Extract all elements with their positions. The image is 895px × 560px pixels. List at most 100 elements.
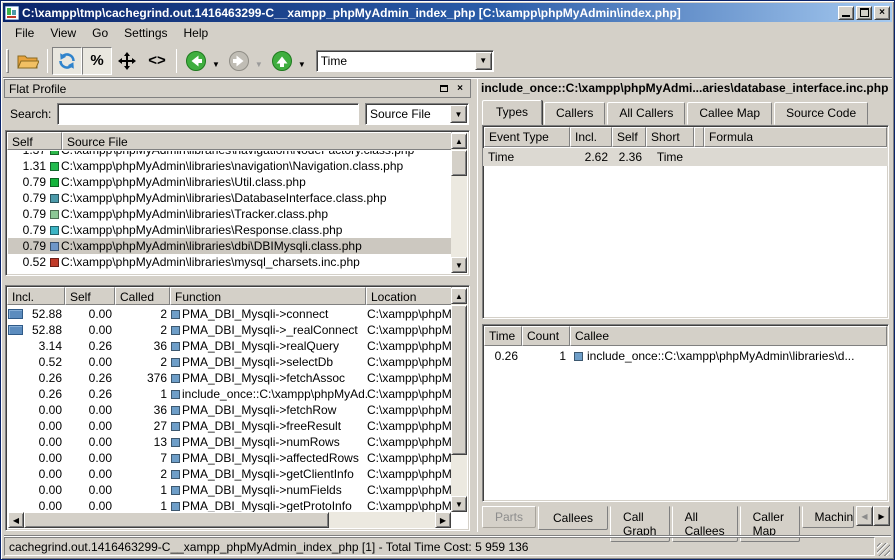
table-row[interactable]: 0.000.002PMA_DBI_Mysqli->getClientInfoC:… (8, 466, 451, 482)
menu-help[interactable]: Help (176, 23, 217, 43)
maximize-button[interactable] (856, 6, 872, 20)
open-file-button[interactable] (13, 47, 43, 75)
table-row[interactable]: 0.79C:\xampp\phpMyAdmin\libraries\dbi\DB… (8, 238, 451, 254)
column-header-event-type[interactable]: Event Type (484, 127, 570, 147)
tab-scroll-left-icon[interactable]: ◀ (856, 506, 873, 526)
forward-button[interactable] (224, 47, 254, 75)
cell-called: 36 (116, 403, 171, 417)
column-header-incl-[interactable]: Incl. (570, 127, 612, 147)
menu-file[interactable]: File (7, 23, 42, 43)
up-button[interactable] (267, 47, 297, 75)
reload-button[interactable] (52, 47, 82, 75)
scroll-left-icon[interactable]: ◀ (8, 512, 24, 528)
table-row[interactable]: 0.000.001PMA_DBI_Mysqli->getProtoInfoC:\… (8, 498, 451, 512)
cell-incl: 52.88 (8, 323, 66, 337)
toolbar-grip[interactable] (6, 49, 9, 73)
column-header-source-file[interactable]: Source File (62, 132, 452, 150)
table-row[interactable]: 0.000.0027PMA_DBI_Mysqli->freeResultC:\x… (8, 418, 451, 434)
column-header-function[interactable]: Function (170, 287, 366, 305)
search-input[interactable] (57, 103, 359, 125)
column-header-short[interactable]: Short (646, 127, 694, 147)
tab-callee-map[interactable]: Callee Map (687, 102, 772, 125)
table-row[interactable]: 1.31C:\xampp\phpMyAdmin\libraries\naviga… (8, 158, 451, 174)
table-row[interactable]: 52.880.002PMA_DBI_Mysqli->connectC:\xamp… (8, 306, 451, 322)
table-row[interactable]: 0.520.002PMA_DBI_Mysqli->selectDbC:\xamp… (8, 354, 451, 370)
tab-types[interactable]: Types (482, 100, 542, 125)
combobox-arrow-icon[interactable]: ▼ (450, 105, 467, 123)
column-header-self[interactable]: Self (612, 127, 646, 147)
dock-header[interactable]: Flat Profile × (4, 79, 471, 98)
event-type-combobox[interactable]: Time ▼ (316, 50, 494, 72)
tab-scroll-right-icon[interactable]: ▶ (873, 506, 890, 526)
column-header-spacer[interactable] (694, 127, 704, 147)
dock-float-button[interactable] (438, 83, 450, 95)
column-header-called[interactable]: Called (115, 287, 170, 305)
tab-callees[interactable]: Callees (538, 506, 608, 530)
column-header-formula[interactable]: Formula (704, 127, 887, 147)
table-row[interactable]: Time2.622.36Time (483, 148, 888, 166)
table-row[interactable]: 0.52C:\xampp\phpMyAdmin\libraries\user_p… (8, 270, 451, 273)
column-header-location[interactable]: Location (366, 287, 452, 305)
dock-close-button[interactable]: × (454, 83, 466, 95)
table-row[interactable]: 0.000.0013PMA_DBI_Mysqli->numRowsC:\xamp… (8, 434, 451, 450)
scrollbar-thumb[interactable] (451, 305, 467, 455)
scroll-right-icon[interactable]: ▶ (435, 512, 451, 528)
scrollbar-thumb[interactable] (451, 150, 467, 176)
scroll-down-icon[interactable]: ▼ (451, 496, 467, 512)
table-row[interactable]: 0.79C:\xampp\phpMyAdmin\libraries\Databa… (8, 190, 451, 206)
table-row[interactable]: 0.000.007PMA_DBI_Mysqli->affectedRowsC:\… (8, 450, 451, 466)
close-button[interactable]: × (874, 6, 890, 20)
table-row[interactable]: 0.260.261include_once::C:\xampp\phpMyAd.… (8, 386, 451, 402)
up-dropdown-arrow[interactable]: ▼ (298, 60, 306, 69)
table-row[interactable]: 0.261include_once::C:\xampp\phpMyAdmin\l… (483, 347, 888, 365)
minimize-button[interactable] (838, 6, 854, 20)
table-row[interactable]: 1.37C:\xampp\phpMyAdmin\libraries\naviga… (8, 151, 451, 158)
table-row[interactable]: 0.79C:\xampp\phpMyAdmin\libraries\Tracke… (8, 206, 451, 222)
column-header-count[interactable]: Count (522, 326, 570, 346)
tab-machine[interactable]: Machine (802, 506, 855, 528)
back-button[interactable] (181, 47, 211, 75)
combobox-arrow-icon[interactable]: ▼ (475, 52, 492, 70)
column-header-self[interactable]: Self (7, 132, 62, 150)
tab-source-code[interactable]: Source Code (774, 102, 868, 125)
percent-relative-button[interactable]: % (82, 47, 112, 75)
menu-go[interactable]: Go (84, 23, 116, 43)
scrollbar-thumb[interactable] (24, 512, 329, 528)
column-header-callee[interactable]: Callee (570, 326, 887, 346)
table-row[interactable]: 0.79C:\xampp\phpMyAdmin\libraries\Util.c… (8, 174, 451, 190)
cycle-detection-button[interactable]: <> (142, 47, 172, 75)
expand-cost-button[interactable] (112, 47, 142, 75)
column-header-time[interactable]: Time (484, 326, 522, 346)
file-table-vscrollbar[interactable]: ▲ ▼ (451, 133, 467, 273)
toolbar-separator (176, 49, 177, 73)
back-dropdown-arrow[interactable]: ▼ (212, 60, 220, 69)
menu-settings[interactable]: Settings (116, 23, 175, 43)
forward-dropdown-arrow[interactable]: ▼ (255, 60, 263, 69)
function-table-hscrollbar[interactable]: ◀ ▶ (8, 512, 451, 528)
menu-view[interactable]: View (42, 23, 84, 43)
function-icon (171, 502, 180, 511)
scroll-up-icon[interactable]: ▲ (451, 288, 467, 304)
table-row[interactable]: 0.52C:\xampp\phpMyAdmin\libraries\mysql_… (8, 254, 451, 270)
table-row[interactable]: 0.000.0036PMA_DBI_Mysqli->fetchRowC:\xam… (8, 402, 451, 418)
tab-callers[interactable]: Callers (544, 102, 605, 125)
table-row[interactable]: 0.260.26376PMA_DBI_Mysqli->fetchAssocC:\… (8, 370, 451, 386)
cell-source-file: C:\xampp\phpMyAdmin\libraries\DatabaseIn… (50, 191, 451, 205)
cell-function: PMA_DBI_Mysqli->connect (171, 307, 367, 321)
scroll-up-icon[interactable]: ▲ (451, 133, 467, 149)
function-icon (171, 422, 180, 431)
cell-incl: 0.00 (8, 483, 66, 497)
tab-parts[interactable]: Parts (482, 506, 536, 528)
table-row[interactable]: 3.140.2636PMA_DBI_Mysqli->realQueryC:\xa… (8, 338, 451, 354)
column-header-self[interactable]: Self (65, 287, 115, 305)
function-table-vscrollbar[interactable]: ▲ ▼ (451, 288, 467, 512)
table-row[interactable]: 52.880.002PMA_DBI_Mysqli->_realConnectC:… (8, 322, 451, 338)
tab-all-callers[interactable]: All Callers (607, 102, 685, 125)
title-bar[interactable]: C:\xampp\tmp\cachegrind.out.1416463299-C… (3, 3, 892, 22)
scroll-down-icon[interactable]: ▼ (451, 257, 467, 273)
column-header-incl-[interactable]: Incl. (7, 287, 65, 305)
table-row[interactable]: 0.000.001PMA_DBI_Mysqli->numFieldsC:\xam… (8, 482, 451, 498)
resize-grip-icon[interactable] (877, 543, 890, 556)
group-by-combobox[interactable]: Source File ▼ (365, 103, 469, 125)
table-row[interactable]: 0.79C:\xampp\phpMyAdmin\libraries\Respon… (8, 222, 451, 238)
